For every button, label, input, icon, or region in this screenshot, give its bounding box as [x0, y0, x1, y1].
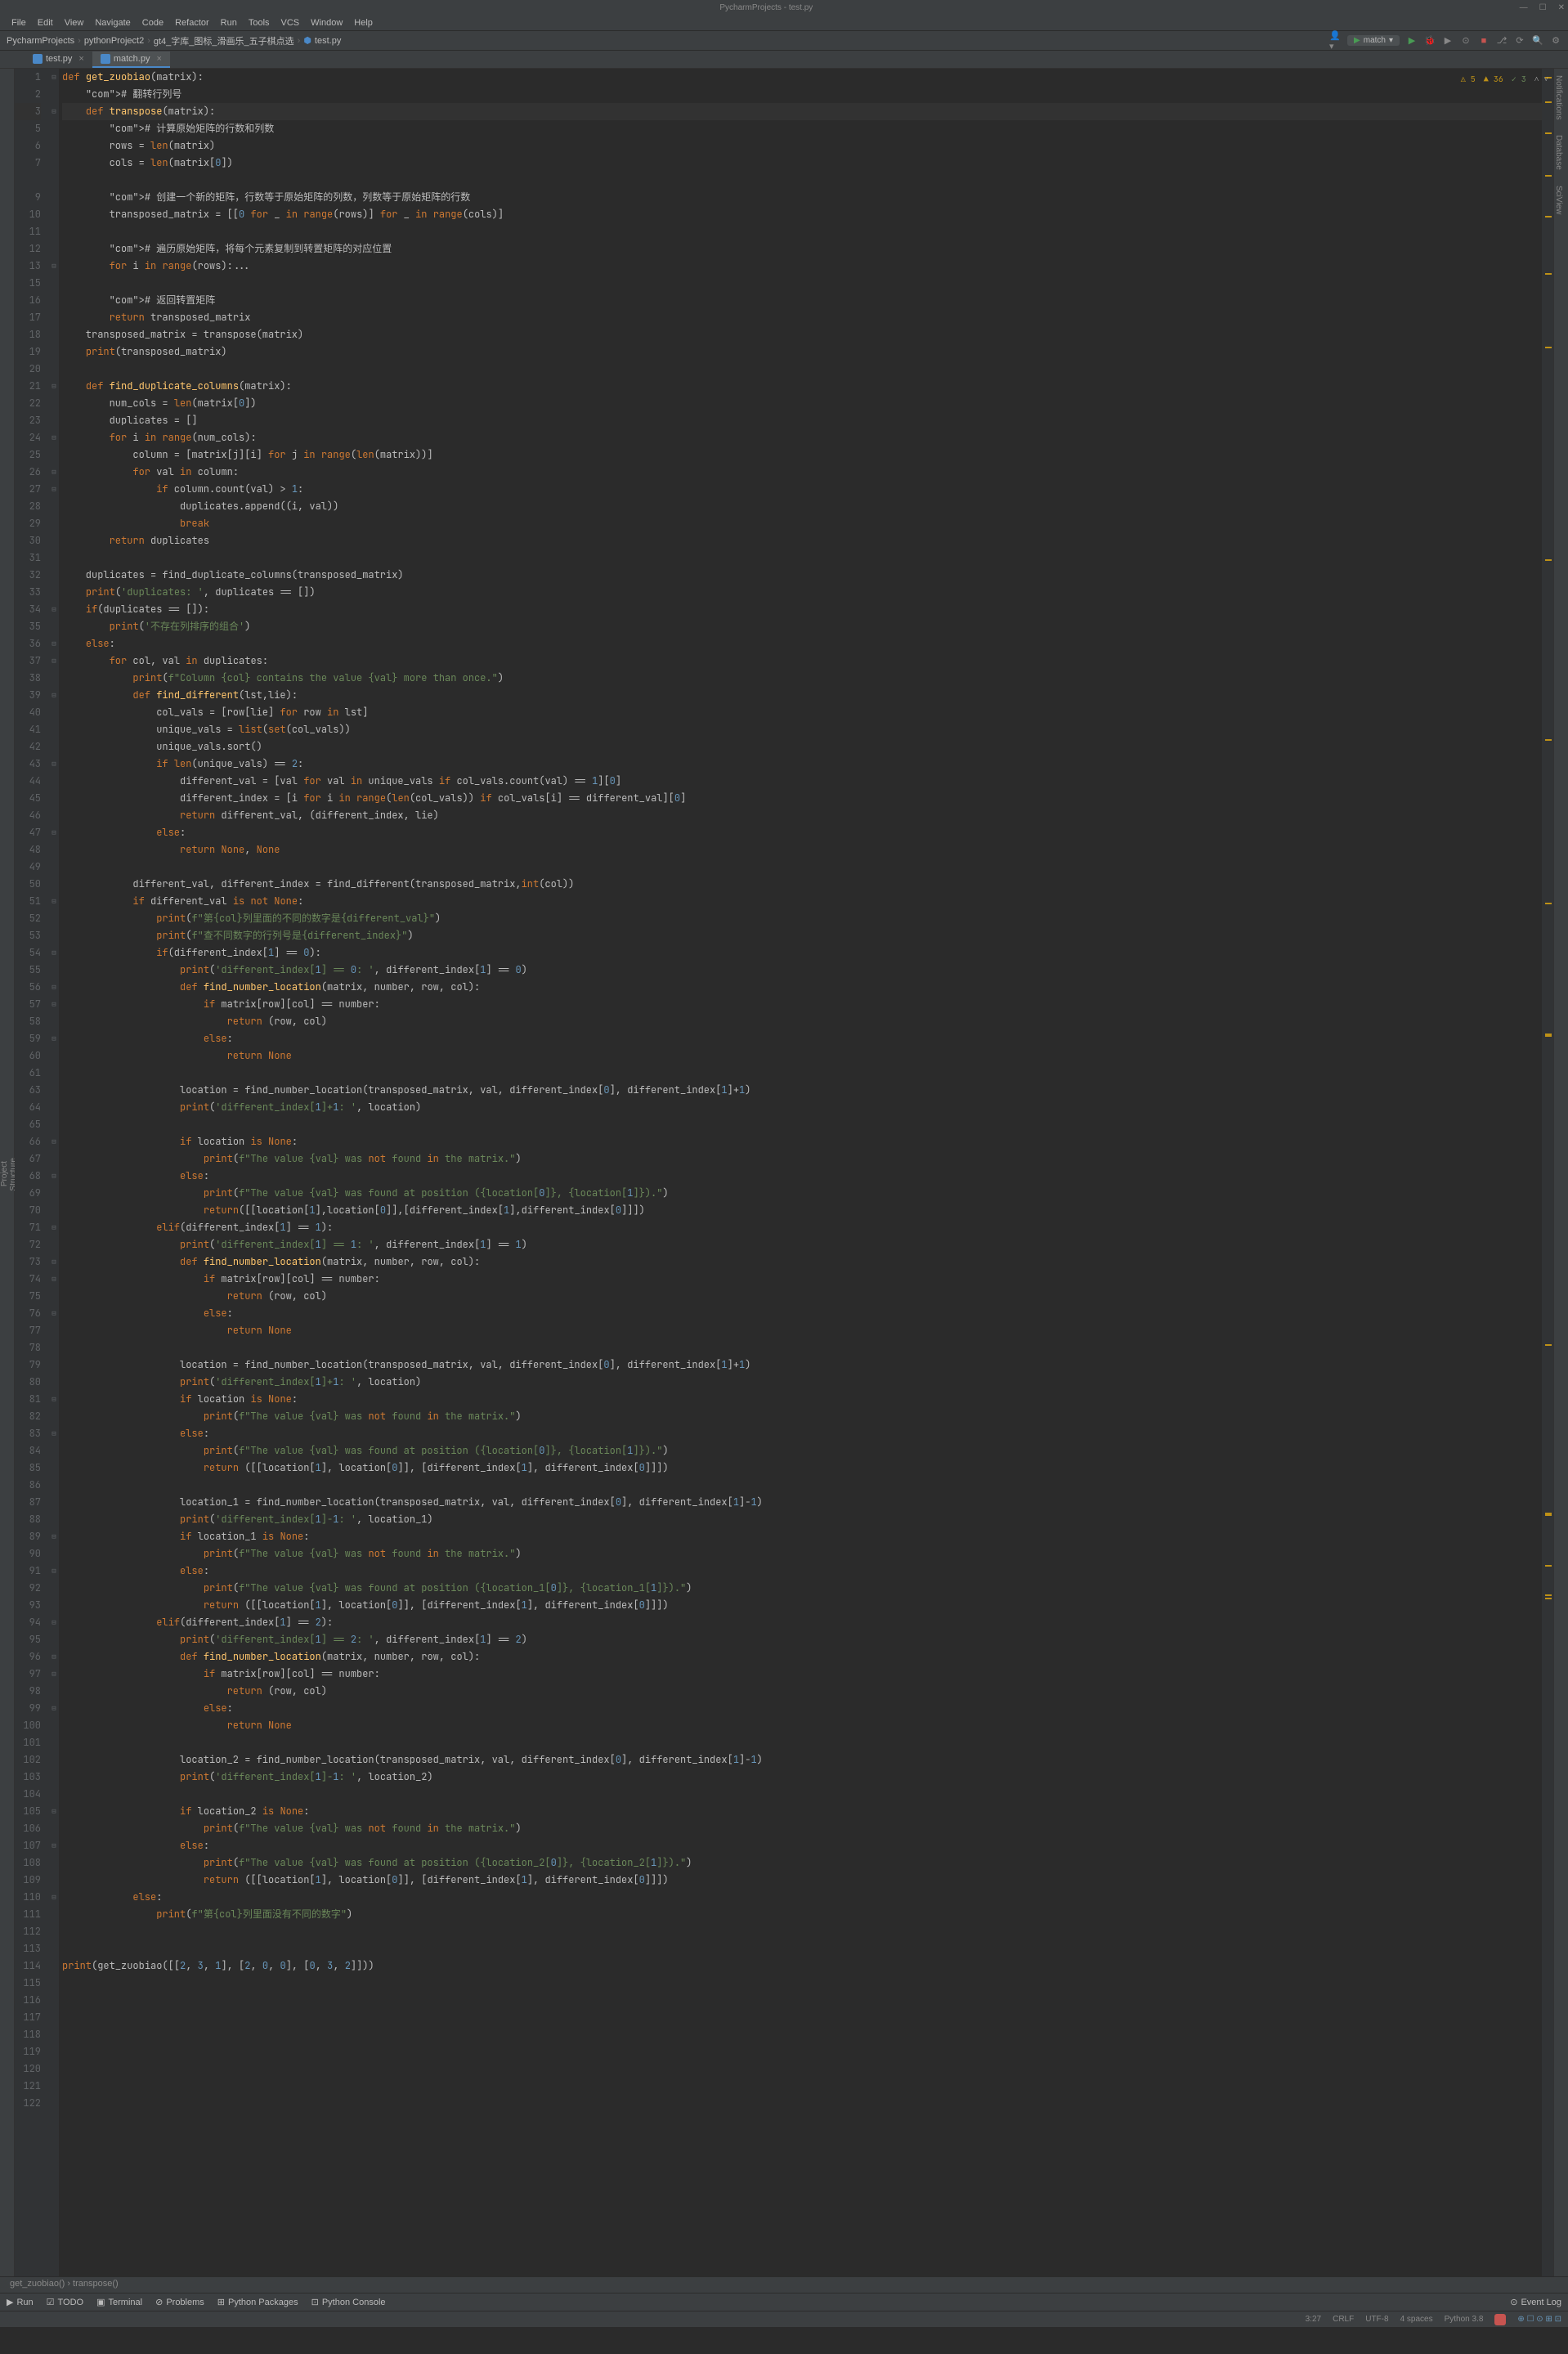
encoding[interactable]: UTF-8 [1365, 2315, 1388, 2324]
search-icon[interactable]: 🔍 [1532, 35, 1543, 47]
chevron-icon[interactable]: ˄ ˅ [1534, 70, 1548, 87]
problems-count: 5 [1471, 74, 1476, 84]
tool-project[interactable]: Project [0, 1161, 9, 1186]
tool-problems[interactable]: ⊘ Problems [155, 2297, 204, 2307]
git-branch-icon[interactable]: ⎇ [1496, 35, 1508, 47]
editor-tabs: test.py × match.py × [0, 51, 1568, 69]
menu-code[interactable]: Code [137, 16, 168, 29]
menu-run[interactable]: Run [216, 16, 242, 29]
run-config-label: match [1364, 36, 1386, 45]
run-icon[interactable]: ▶ [1406, 35, 1418, 47]
tab-test-py[interactable]: test.py × [25, 52, 92, 68]
debug-icon[interactable]: 🐞 [1424, 35, 1436, 47]
error-stripe[interactable] [1542, 69, 1553, 2276]
menu-help[interactable]: Help [349, 16, 378, 29]
app-icon [3, 2, 13, 12]
tool-sciview[interactable]: SciView [1554, 186, 1563, 214]
typos-count: 3 [1521, 74, 1526, 84]
titlebar: PycharmProjects - test.py — ☐ ✕ [0, 0, 1568, 15]
user-icon[interactable]: 👤▾ [1329, 35, 1341, 47]
fold-gutter[interactable]: ⊟⊟⊟⊟⊟⊟⊟⊟⊟⊟⊟⊟⊟⊟⊟⊟⊟⊟⊟⊟⊟⊟⊟⊟⊟⊟⊟⊟⊟⊟⊟⊟⊟⊟⊟ [49, 69, 59, 2276]
tool-todo[interactable]: ☑ TODO [47, 2297, 83, 2307]
right-tool-strip: Notifications Database SciView [1553, 69, 1568, 2276]
bottom-tool-bar: ▶ Run ☑ TODO ▣ Terminal ⊘ Problems ⊞ Pyt… [0, 2293, 1568, 2311]
crumb-project[interactable]: pythonProject2 [84, 36, 144, 46]
profile-icon[interactable]: ⊙ [1460, 35, 1472, 47]
crumb-file[interactable]: test.py [315, 36, 341, 46]
tab-match-py[interactable]: match.py × [92, 52, 170, 68]
caret-position[interactable]: 3:27 [1306, 2315, 1321, 2324]
tool-terminal[interactable]: ▣ Terminal [96, 2297, 142, 2307]
crumb-root[interactable]: PycharmProjects [7, 36, 74, 46]
left-tool-strip: Project Structure Favorites [0, 69, 15, 2276]
tool-python-packages[interactable]: ⊞ Python Packages [217, 2297, 298, 2307]
stop-icon[interactable]: ■ [1478, 35, 1490, 47]
close-icon[interactable]: ✕ [1558, 3, 1565, 12]
interpreter[interactable]: Python 3.8 [1445, 2315, 1484, 2324]
tab-label: match.py [114, 54, 150, 64]
window-title: PycharmProjects - test.py [13, 3, 1520, 12]
run-config-selector[interactable]: ▶match ▾ [1347, 35, 1400, 46]
menu-view[interactable]: View [60, 16, 89, 29]
tool-database[interactable]: Database [1554, 135, 1563, 170]
ime-icon[interactable] [1494, 2314, 1506, 2325]
code-area[interactable]: def get_zuobiao(matrix): "com"># 翻转行列号 d… [59, 69, 1542, 2276]
crumb-folder[interactable]: gt4_字库_图标_滑画乐_五子棋点选 [154, 34, 294, 47]
tray-icons[interactable]: ⊕ ☐ ⊙ ⊞ ⊡ [1517, 2315, 1561, 2324]
menu-vcs[interactable]: VCS [276, 16, 305, 29]
tab-label: test.py [46, 54, 72, 64]
maximize-icon[interactable]: ☐ [1539, 3, 1547, 12]
coverage-icon[interactable]: ▶ [1442, 35, 1454, 47]
close-tab-icon[interactable]: × [78, 54, 83, 64]
settings-icon[interactable]: ⚙ [1550, 35, 1561, 47]
python-file-icon: ⬢ [303, 35, 311, 46]
breadcrumb: PycharmProjects› pythonProject2› gt4_字库_… [7, 34, 1329, 47]
inspection-indicator[interactable]: ⚠ 5 ▲ 36 ✓ 3 ˄ ˅ [1461, 70, 1548, 87]
menubar: File Edit View Navigate Code Refactor Ru… [0, 15, 1568, 31]
menu-file[interactable]: File [7, 16, 31, 29]
event-log[interactable]: ⊙ Event Log [1510, 2297, 1561, 2307]
line-gutter[interactable]: 1235679101112131516171819202122232425262… [15, 69, 49, 2276]
code-crumbs[interactable]: get_zuobiao() › transpose() [0, 2276, 1568, 2293]
menu-window[interactable]: Window [306, 16, 347, 29]
status-bar: 3:27 CRLF UTF-8 4 spaces Python 3.8 ⊕ ☐ … [0, 2311, 1568, 2327]
tool-python-console[interactable]: ⊡ Python Console [311, 2297, 386, 2307]
update-icon[interactable]: ⟳ [1514, 35, 1525, 47]
close-tab-icon[interactable]: × [156, 54, 161, 64]
code-editor[interactable]: ⚠ 5 ▲ 36 ✓ 3 ˄ ˅ 12356791011121315161718… [15, 69, 1553, 2276]
menu-tools[interactable]: Tools [244, 16, 275, 29]
navbar: PycharmProjects› pythonProject2› gt4_字库_… [0, 31, 1568, 51]
python-file-icon [101, 54, 110, 64]
menu-refactor[interactable]: Refactor [170, 16, 214, 29]
tool-notifications[interactable]: Notifications [1554, 75, 1563, 119]
menu-navigate[interactable]: Navigate [90, 16, 135, 29]
run-target-icon: ▶ [1354, 36, 1360, 45]
warnings-count: 36 [1494, 74, 1503, 84]
menu-edit[interactable]: Edit [33, 16, 58, 29]
tool-run[interactable]: ▶ Run [7, 2297, 34, 2307]
line-ending[interactable]: CRLF [1333, 2315, 1354, 2324]
python-file-icon [33, 54, 43, 64]
code-crumb-text: get_zuobiao() › transpose() [10, 2279, 119, 2289]
minimize-icon[interactable]: — [1520, 3, 1528, 12]
indent[interactable]: 4 spaces [1400, 2315, 1433, 2324]
